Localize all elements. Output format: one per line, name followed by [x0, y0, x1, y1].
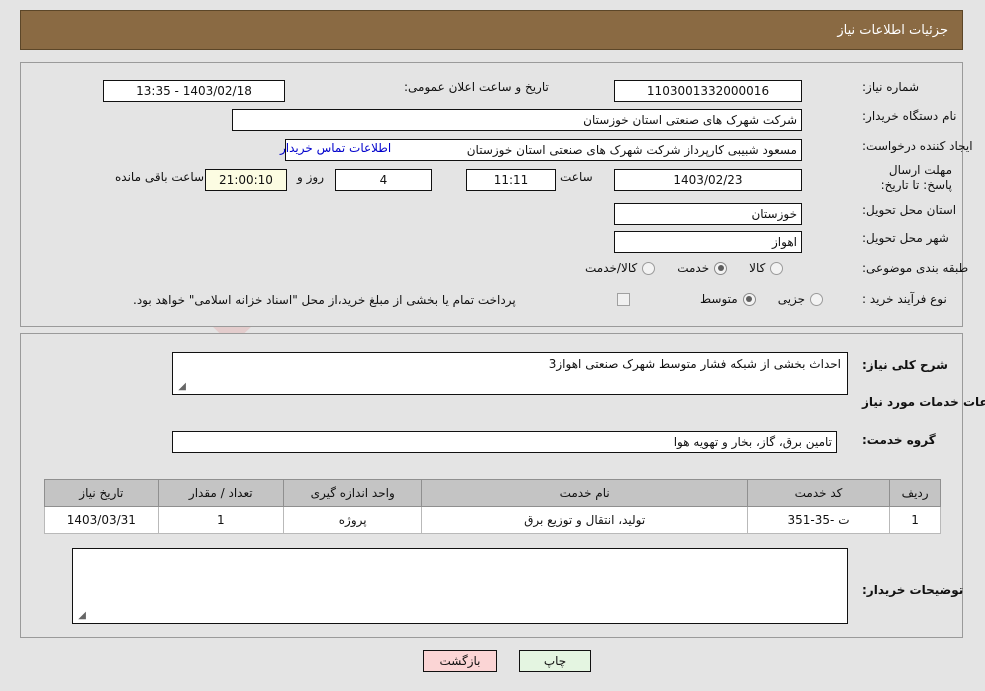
- deadline-label: مهلت ارسال پاسخ: تا تاریخ:: [880, 163, 952, 192]
- cell-quantity: 1: [157, 506, 284, 534]
- category-option-kala-label: کالا: [749, 261, 766, 275]
- public-announce-label: تاریخ و ساعت اعلان عمومی:: [404, 80, 549, 94]
- category-option-khedmat-label: خدمت: [677, 261, 710, 275]
- buyer-contact-link[interactable]: اطلاعات تماس خریدار: [280, 141, 391, 155]
- table-row[interactable]: 1 ت -35-351 تولید، انتقال و توزیع برق پر…: [44, 506, 941, 534]
- process-option-jozee-label: جزیی: [777, 292, 806, 306]
- deadline-remaining-label: ساعت باقی مانده: [115, 170, 205, 184]
- deadline-days-value: 4: [335, 169, 432, 191]
- buyer-contact-link-row[interactable]: اطلاعات تماس خریدار: [280, 141, 391, 155]
- services-section-title-row: اطلاعات خدمات مورد نیاز: [862, 395, 985, 409]
- province-label-row: استان محل تحویل:: [862, 203, 956, 217]
- treasury-note-checkbox-icon[interactable]: [617, 293, 630, 306]
- print-button[interactable]: چاپ: [519, 650, 591, 672]
- province-label: استان محل تحویل:: [862, 203, 957, 217]
- page-header: جزئیات اطلاعات نیاز: [20, 10, 963, 50]
- radio-kala-khedmat-icon[interactable]: [642, 261, 656, 275]
- deadline-remaining-label-row: ساعت باقی مانده: [115, 170, 204, 184]
- treasury-note-row: پرداخت تمام یا بخشی از مبلغ خرید،از محل …: [133, 293, 516, 307]
- city-label-row: شهر محل تحویل:: [862, 231, 949, 245]
- deadline-time-label-row: ساعت: [560, 170, 593, 184]
- public-announce-value: 1403/02/18 - 13:35: [103, 80, 285, 102]
- category-option-kala-khedmat-label: کالا/خدمت: [585, 261, 638, 275]
- treasury-note-checkbox-row[interactable]: [617, 293, 630, 306]
- category-label-row: طبقه بندی موضوعی:: [862, 261, 968, 275]
- need-number-label: شماره نیاز:: [862, 80, 919, 94]
- deadline-days-label: روز و: [297, 170, 324, 184]
- category-option-kala[interactable]: کالا: [749, 261, 784, 275]
- resize-grip-icon[interactable]: ◢: [176, 382, 186, 392]
- col-service-code: کد خدمت: [746, 479, 891, 507]
- buyer-notes-textarea[interactable]: ◢: [72, 548, 848, 624]
- deadline-time-label: ساعت: [560, 170, 593, 184]
- category-options: کالا خدمت کالا/خدمت: [585, 261, 784, 275]
- col-need-date: تاریخ نیاز: [44, 479, 159, 507]
- general-desc-label: شرح کلی نیاز:: [862, 358, 948, 372]
- buyer-notes-label-row: توضیحات خریدار:: [862, 583, 963, 597]
- radio-kala-icon[interactable]: [770, 261, 784, 275]
- cell-need-date: 1403/03/31: [44, 506, 159, 534]
- radio-khedmat-icon[interactable]: [714, 261, 728, 275]
- buyer-org-label: نام دستگاه خریدار:: [862, 109, 957, 123]
- cell-unit: پروژه: [282, 506, 423, 534]
- buyer-notes-label: توضیحات خریدار:: [862, 583, 964, 597]
- cell-service-name: تولید، انتقال و توزیع برق: [421, 506, 748, 534]
- radio-motavaset-icon[interactable]: [742, 292, 756, 306]
- buyer-org-label-row: نام دستگاه خریدار:: [862, 109, 957, 123]
- services-table: ردیف کد خدمت نام خدمت واحد اندازه گیری ت…: [44, 479, 941, 534]
- col-quantity: تعداد / مقدار: [157, 479, 284, 507]
- process-type-label-row: نوع فرآیند خرید :: [862, 292, 947, 306]
- general-desc-textarea[interactable]: احداث بخشی از شبکه فشار متوسط شهرک صنعتی…: [172, 352, 848, 395]
- city-label: شهر محل تحویل:: [862, 231, 949, 245]
- table-header-row: ردیف کد خدمت نام خدمت واحد اندازه گیری ت…: [44, 479, 941, 507]
- back-button[interactable]: بازگشت: [423, 650, 497, 672]
- buyer-notes-resize-grip-icon[interactable]: ◢: [76, 611, 86, 621]
- deadline-date-value: 1403/02/23: [614, 169, 802, 191]
- cell-service-code: ت -35-351: [746, 506, 891, 534]
- radio-jozee-icon[interactable]: [810, 292, 824, 306]
- requester-label-row: ایجاد کننده درخواست:: [862, 139, 973, 153]
- deadline-countdown-value: 21:00:10: [205, 169, 287, 191]
- city-value: اهواز: [614, 231, 802, 253]
- category-option-khedmat[interactable]: خدمت: [677, 261, 728, 275]
- services-section-title: اطلاعات خدمات مورد نیاز: [862, 395, 985, 409]
- process-type-label: نوع فرآیند خرید :: [862, 292, 947, 306]
- col-service-name: نام خدمت: [421, 479, 748, 507]
- need-number-value: 1103001332000016: [614, 80, 802, 102]
- buyer-org-value: شرکت شهرک های صنعتی استان خوزستان: [232, 109, 802, 131]
- deadline-label-row: مهلت ارسال پاسخ: تا تاریخ:: [862, 163, 952, 193]
- process-option-motavaset[interactable]: متوسط: [700, 292, 756, 306]
- col-unit: واحد اندازه گیری: [282, 479, 423, 507]
- treasury-note-text: پرداخت تمام یا بخشی از مبلغ خرید،از محل …: [133, 293, 516, 307]
- cell-row-no: 1: [889, 506, 941, 534]
- service-group-value: تامین برق، گاز، بخار و تهویه هوا: [172, 431, 837, 453]
- general-desc-value: احداث بخشی از شبکه فشار متوسط شهرک صنعتی…: [548, 357, 841, 371]
- category-option-kala-khedmat[interactable]: کالا/خدمت: [585, 261, 656, 275]
- province-value: خوزستان: [614, 203, 802, 225]
- process-option-jozee[interactable]: جزیی: [777, 292, 824, 306]
- need-number-label-row: شماره نیاز:: [862, 80, 919, 94]
- service-group-label: گروه خدمت:: [862, 433, 936, 447]
- page-title: جزئیات اطلاعات نیاز: [837, 22, 948, 38]
- general-desc-label-row: شرح کلی نیاز:: [862, 358, 948, 372]
- service-group-label-row: گروه خدمت:: [862, 433, 936, 447]
- category-label: طبقه بندی موضوعی:: [862, 261, 969, 275]
- col-row-no: ردیف: [889, 479, 941, 507]
- deadline-time-value: 11:11: [466, 169, 556, 191]
- deadline-days-label-row: روز و: [297, 170, 324, 184]
- public-announce-label-row: تاریخ و ساعت اعلان عمومی:: [404, 80, 549, 94]
- process-type-options: جزیی متوسط: [700, 292, 824, 306]
- requester-label: ایجاد کننده درخواست:: [862, 139, 973, 153]
- process-option-motavaset-label: متوسط: [700, 292, 738, 306]
